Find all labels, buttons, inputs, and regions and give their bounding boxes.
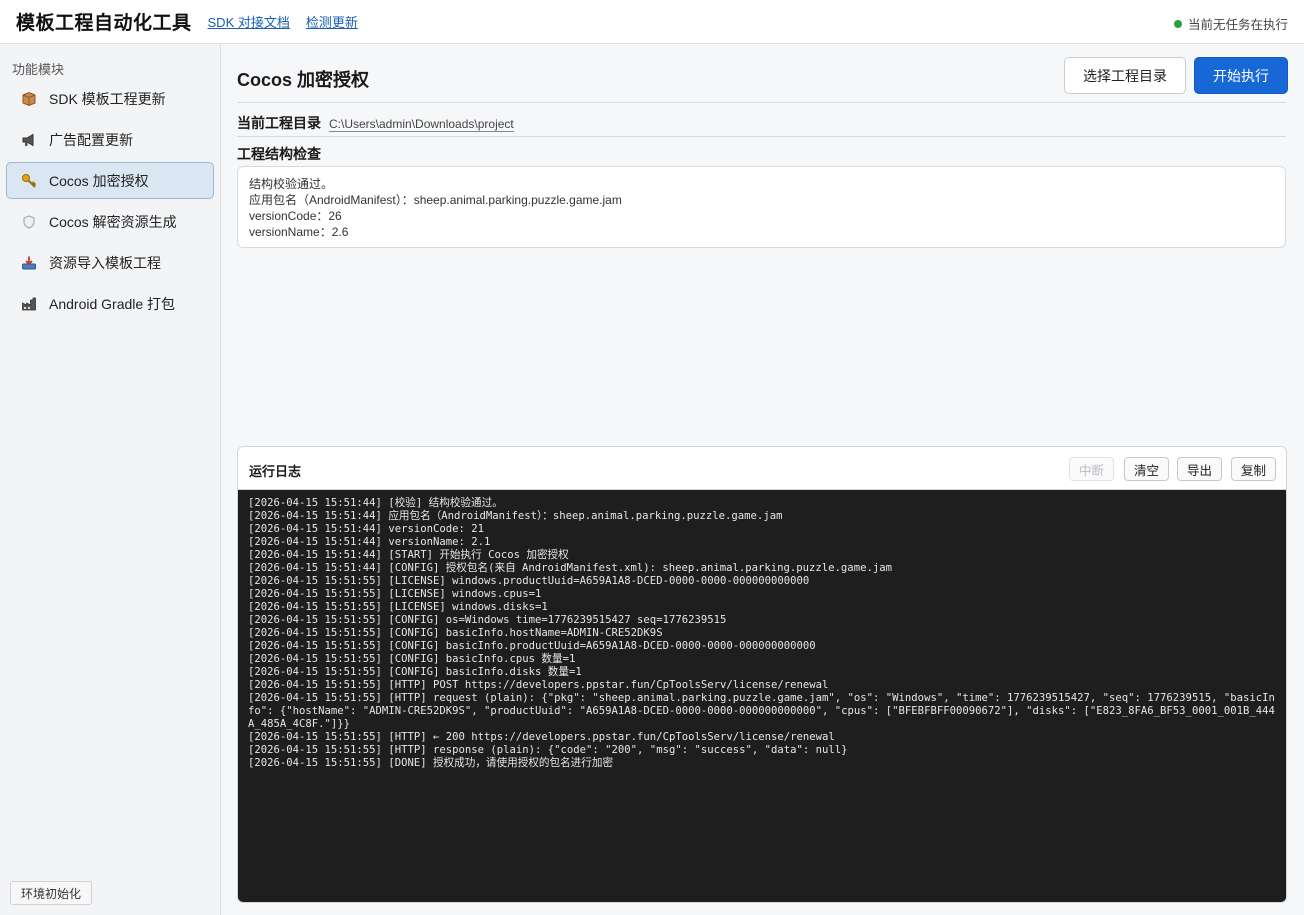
log-output[interactable]: [2026-04-15 15:51:44] [校验] 结构校验通过。 [2026-…: [238, 490, 1286, 902]
app-header: 模板工程自动化工具 SDK 对接文档 检测更新 当前无任务在执行: [0, 0, 1304, 44]
project-dir-path[interactable]: C:\Users\admin\Downloads\project: [329, 117, 514, 132]
sidebar-item-sdk-template[interactable]: SDK 模板工程更新: [6, 80, 214, 117]
factory-icon: [21, 296, 37, 312]
log-line: [2026-04-15 15:51:55] [LICENSE] windows.…: [248, 601, 548, 613]
sidebar-item-gradle-build[interactable]: Android Gradle 打包: [6, 285, 214, 322]
megaphone-icon: [21, 132, 37, 148]
check-line: versionCode：26: [249, 209, 342, 223]
sidebar-section-title: 功能模块: [12, 62, 65, 77]
log-line: [2026-04-15 15:51:44] 应用包名（AndroidManife…: [248, 510, 783, 522]
structure-check-title: 工程结构检查: [237, 146, 321, 162]
sidebar-item-ad-config[interactable]: 广告配置更新: [6, 121, 214, 158]
env-init-button[interactable]: 环境初始化: [10, 881, 93, 905]
status-text: 当前无任务在执行: [1187, 18, 1288, 32]
log-line: [2026-04-15 15:51:55] [HTTP] request (pl…: [248, 692, 1275, 730]
check-line: 应用包名（AndroidManifest）：sheep.animal.parki…: [249, 193, 622, 207]
log-line: [2026-04-15 15:51:44] [校验] 结构校验通过。: [248, 497, 503, 509]
check-line: versionName：2.6: [249, 225, 349, 239]
log-line: [2026-04-15 15:51:55] [CONFIG] basicInfo…: [248, 653, 576, 665]
task-status: 当前无任务在执行: [1173, 14, 1288, 33]
sdk-docs-link[interactable]: SDK 对接文档: [208, 12, 290, 31]
sidebar-item-cocos-decrypt[interactable]: Cocos 解密资源生成: [6, 203, 214, 240]
run-button[interactable]: 开始执行: [1194, 57, 1288, 94]
sidebar-item-label: 资源导入模板工程: [49, 254, 161, 271]
sidebar-item-label: 广告配置更新: [49, 131, 133, 148]
key-icon: [21, 173, 37, 189]
log-line: [2026-04-15 15:51:55] [CONFIG] basicInfo…: [248, 627, 663, 639]
log-line: [2026-04-15 15:51:55] [HTTP] ← 200 https…: [248, 731, 835, 743]
app-title: 模板工程自动化工具: [16, 13, 192, 34]
project-dir-row: 当前工程目录 C:\Users\admin\Downloads\project: [237, 113, 514, 133]
main-content: Cocos 加密授权 选择工程目录 开始执行 当前工程目录 C:\Users\a…: [221, 44, 1304, 915]
select-dir-button[interactable]: 选择工程目录: [1064, 57, 1186, 94]
log-line: [2026-04-15 15:51:55] [LICENSE] windows.…: [248, 588, 542, 600]
page-title: Cocos 加密授权: [237, 70, 370, 90]
log-line: [2026-04-15 15:51:44] versionCode: 21: [248, 523, 484, 535]
project-dir-label: 当前工程目录: [237, 115, 321, 131]
log-line: [2026-04-15 15:51:55] [DONE] 授权成功，请使用授权的…: [248, 757, 614, 769]
export-log-button[interactable]: 导出: [1177, 457, 1223, 481]
log-title: 运行日志: [249, 464, 302, 479]
log-line: [2026-04-15 15:51:55] [CONFIG] basicInfo…: [248, 666, 582, 678]
sidebar-item-cocos-encrypt[interactable]: Cocos 加密授权: [6, 162, 214, 199]
sidebar-item-resource-import[interactable]: 资源导入模板工程: [6, 244, 214, 281]
log-line: [2026-04-15 15:51:44] [START] 开始执行 Cocos…: [248, 549, 569, 561]
box-icon: [21, 91, 37, 107]
clear-log-button[interactable]: 清空: [1124, 457, 1170, 481]
sidebar: 功能模块 SDK 模板工程更新 广告配置更新 Cocos 加密授权 Cocos …: [0, 44, 221, 915]
divider: [237, 102, 1286, 103]
sidebar-item-label: Cocos 加密授权: [49, 172, 149, 189]
sidebar-item-label: Android Gradle 打包: [49, 295, 176, 312]
shield-icon: [21, 214, 37, 230]
interrupt-button[interactable]: 中断: [1069, 457, 1115, 481]
log-line: [2026-04-15 15:51:55] [HTTP] response (p…: [248, 744, 848, 756]
status-dot-icon: [1173, 19, 1182, 28]
log-panel: 运行日志 中断 清空 导出 复制 [2026-04-15 15:51:44] […: [237, 446, 1287, 903]
check-line: 结构校验通过。: [249, 177, 334, 191]
log-line: [2026-04-15 15:51:55] [CONFIG] basicInfo…: [248, 640, 816, 652]
copy-log-button[interactable]: 复制: [1231, 457, 1277, 481]
structure-check-box: 结构校验通过。 应用包名（AndroidManifest）：sheep.anim…: [237, 166, 1286, 248]
sidebar-item-label: Cocos 解密资源生成: [49, 213, 177, 230]
check-update-link[interactable]: 检测更新: [306, 12, 358, 31]
divider: [237, 136, 1286, 137]
log-line: [2026-04-15 15:51:44] [CONFIG] 授权包名(来自 A…: [248, 562, 892, 574]
sidebar-item-label: SDK 模板工程更新: [49, 90, 166, 107]
log-line: [2026-04-15 15:51:44] versionName: 2.1: [248, 536, 491, 548]
import-icon: [21, 255, 37, 271]
log-line: [2026-04-15 15:51:55] [HTTP] POST https:…: [248, 679, 829, 691]
log-header: 运行日志 中断 清空 导出 复制: [238, 447, 1286, 490]
log-line: [2026-04-15 15:51:55] [CONFIG] os=Window…: [248, 614, 727, 626]
log-line: [2026-04-15 15:51:55] [LICENSE] windows.…: [248, 575, 810, 587]
